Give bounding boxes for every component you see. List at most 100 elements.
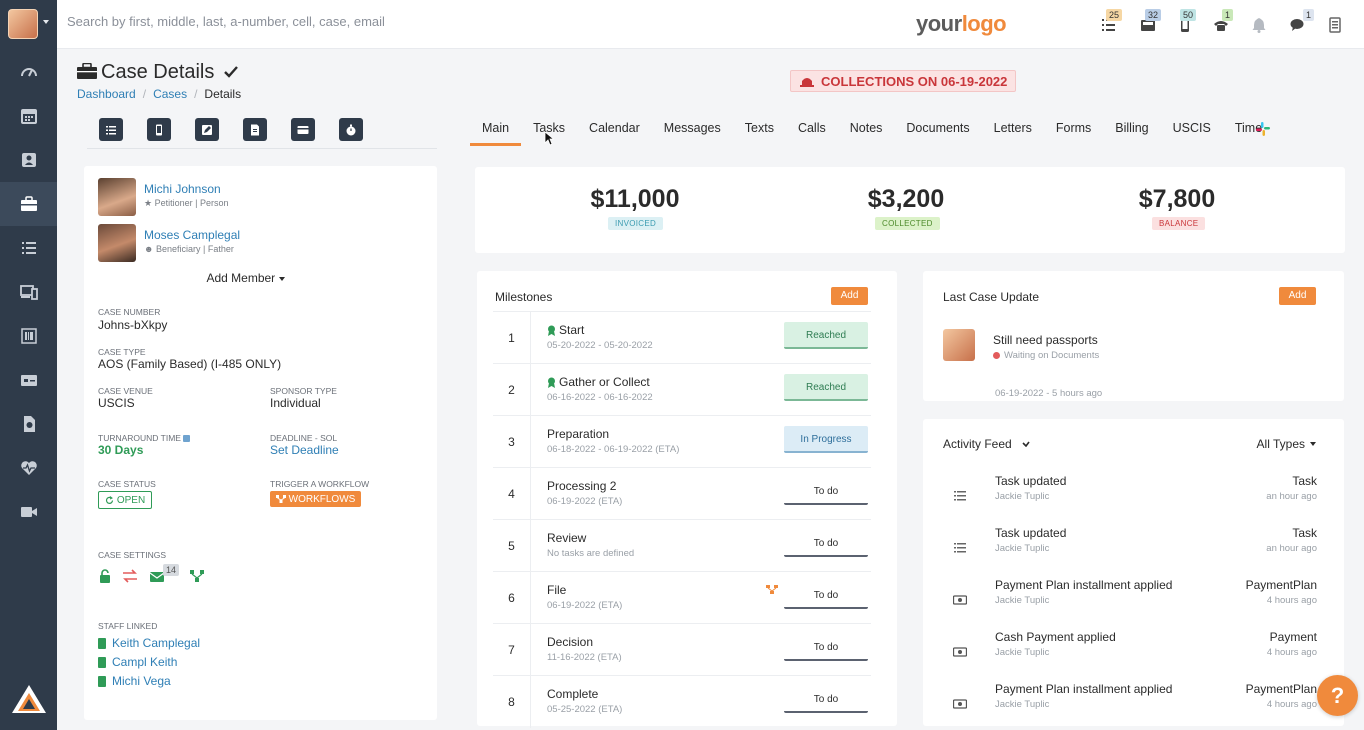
hierarchy-icon[interactable] xyxy=(189,569,205,583)
activity-feed-title[interactable]: Activity Feed xyxy=(943,437,1030,451)
milestone-name[interactable]: Preparation xyxy=(547,427,609,441)
chevron-down-icon[interactable] xyxy=(43,20,49,24)
tab-messages[interactable]: Messages xyxy=(652,118,733,146)
milestone-row[interactable]: 4 Processing 2 06-19-2022 (ETA) To do xyxy=(493,467,871,520)
activity-row[interactable]: Cash Payment applied Jackie Tuplic Payment… xyxy=(943,630,1321,682)
staff-tag-icon xyxy=(98,675,106,687)
tab-texts[interactable]: Texts xyxy=(733,118,786,146)
milestone-date: 06-19-2022 (ETA) xyxy=(547,600,623,611)
sidebar-item-calendar[interactable] xyxy=(0,94,57,138)
sidebar-item-devices[interactable] xyxy=(0,270,57,314)
tab-billing[interactable]: Billing xyxy=(1103,118,1160,146)
tab-uscis[interactable]: USCIS xyxy=(1161,118,1223,146)
sidebar-item-dashboard[interactable] xyxy=(0,50,57,94)
activity-type: PaymentPlan xyxy=(1245,682,1317,696)
staff-member[interactable]: Keith Camplegal xyxy=(98,636,200,650)
milestone-status-button[interactable]: To do xyxy=(784,634,868,661)
alerts-button[interactable] xyxy=(1248,14,1270,36)
milestone-row[interactable]: 3 Preparation 06-18-2022 - 06-19-2022 (ETA… xyxy=(493,415,871,468)
milestone-row[interactable]: 2 Gather or Collect 06-16-2022 - 06-16-202… xyxy=(493,363,871,416)
status-badge[interactable]: OPEN xyxy=(98,491,152,509)
menu-button[interactable] xyxy=(1324,14,1346,36)
activity-row[interactable]: Task updated Jackie Tuplic Task an hour ago xyxy=(943,474,1321,526)
info-icon[interactable] xyxy=(183,435,191,443)
milestone-status-button[interactable]: Reached xyxy=(784,322,868,349)
quick-document-button[interactable] xyxy=(243,118,267,141)
milestone-row[interactable]: 6 File 06-19-2022 (ETA) To do xyxy=(493,571,871,624)
sidebar-item-contacts[interactable] xyxy=(0,138,57,182)
sidebar xyxy=(0,0,57,730)
sidebar-item-barcode[interactable] xyxy=(0,314,57,358)
staff-member[interactable]: Campl Keith xyxy=(98,655,177,669)
slack-icon[interactable] xyxy=(1255,121,1271,137)
user-avatar[interactable] xyxy=(8,9,38,39)
activity-type: Task xyxy=(1292,526,1317,540)
brand-logo-icon[interactable] xyxy=(10,683,48,715)
milestone-name[interactable]: Processing 2 xyxy=(547,479,616,493)
milestone-row[interactable]: 1 Start 05-20-2022 - 05-20-2022 Reached xyxy=(493,311,871,364)
milestone-date: 06-18-2022 - 06-19-2022 (ETA) xyxy=(547,444,680,455)
quick-card-button[interactable] xyxy=(291,118,315,141)
member-name[interactable]: Moses Camplegal xyxy=(144,228,240,242)
sidebar-item-tasks[interactable] xyxy=(0,226,57,270)
breadcrumb-cases[interactable]: Cases xyxy=(153,87,187,101)
health-icon xyxy=(20,461,37,475)
milestone-row[interactable]: 8 Complete 05-25-2022 (ETA) To do xyxy=(493,675,871,728)
tab-documents[interactable]: Documents xyxy=(894,118,981,146)
quick-timer-button[interactable] xyxy=(339,118,363,141)
milestone-name[interactable]: Complete xyxy=(547,687,598,701)
milestone-status-button[interactable]: To do xyxy=(784,582,868,609)
tab-calls[interactable]: Calls xyxy=(786,118,838,146)
workflows-button[interactable]: WORKFLOWS xyxy=(270,491,361,507)
milestone-status-button[interactable]: To do xyxy=(784,530,868,557)
milestone-status-button[interactable]: To do xyxy=(784,686,868,713)
help-button[interactable]: ? xyxy=(1317,675,1358,716)
milestone-row[interactable]: 7 Decision 11-16-2022 (ETA) To do xyxy=(493,623,871,676)
sidebar-item-health[interactable] xyxy=(0,446,57,490)
search-input[interactable]: Search by first, middle, last, a-number,… xyxy=(67,14,385,29)
tab-calendar[interactable]: Calendar xyxy=(577,118,652,146)
activity-feed-panel: Activity Feed All Types Task updated Jack… xyxy=(923,419,1344,726)
sidebar-item-cases[interactable] xyxy=(0,182,57,226)
collections-alert[interactable]: COLLECTIONS ON 06-19-2022 xyxy=(790,70,1017,92)
milestone-status-button[interactable]: Reached xyxy=(784,374,868,401)
lock-icon[interactable] xyxy=(97,569,113,583)
milestone-date: 05-25-2022 (ETA) xyxy=(547,704,623,715)
tab-notes[interactable]: Notes xyxy=(838,118,895,146)
checkmark-dropdown-icon[interactable] xyxy=(224,66,238,78)
tab-letters[interactable]: Letters xyxy=(982,118,1044,146)
quick-mobile-button[interactable] xyxy=(147,118,171,141)
member-petitioner[interactable]: Michi Johnson ★ Petitioner | Person xyxy=(98,178,398,218)
milestone-name[interactable]: File xyxy=(547,583,566,597)
activity-row[interactable]: Task updated Jackie Tuplic Task an hour ago xyxy=(943,526,1321,578)
staff-member[interactable]: Michi Vega xyxy=(98,674,171,688)
milestone-status-button[interactable]: In Progress xyxy=(784,426,868,453)
invoiced-amount: $11,000 xyxy=(590,185,680,213)
milestone-row[interactable]: 5 Review No tasks are defined To do xyxy=(493,519,871,572)
sidebar-item-billing[interactable] xyxy=(0,358,57,402)
quick-checklist-button[interactable] xyxy=(99,118,123,141)
milestone-name[interactable]: Decision xyxy=(547,635,593,649)
milestone-name[interactable]: Gather or Collect xyxy=(547,375,650,389)
activity-type-filter[interactable]: All Types xyxy=(1257,437,1316,451)
activity-row[interactable]: Payment Plan installment applied Jackie T… xyxy=(943,578,1321,630)
milestone-name[interactable]: Review xyxy=(547,531,586,545)
quick-edit-button[interactable] xyxy=(195,118,219,141)
add-milestone-button[interactable]: Add xyxy=(831,287,868,305)
transfer-icon[interactable] xyxy=(122,569,138,583)
sidebar-item-video[interactable] xyxy=(0,490,57,534)
milestone-status-button[interactable]: To do xyxy=(784,478,868,505)
tab-main[interactable]: Main xyxy=(470,118,522,146)
breadcrumb-dashboard[interactable]: Dashboard xyxy=(77,87,136,101)
member-beneficiary[interactable]: Moses Camplegal ☻ Beneficiary | Father xyxy=(98,224,398,264)
activity-row[interactable]: Payment Plan installment applied Jackie T… xyxy=(943,682,1321,730)
sidebar-item-documents[interactable] xyxy=(0,402,57,446)
tab-forms[interactable]: Forms xyxy=(1044,118,1103,146)
add-member-button[interactable]: Add Member xyxy=(84,271,407,285)
add-update-button[interactable]: Add xyxy=(1279,287,1316,305)
set-deadline-link[interactable]: Set Deadline xyxy=(270,443,339,457)
workflow-icon[interactable] xyxy=(766,585,778,595)
milestone-name[interactable]: Start xyxy=(547,323,584,337)
member-name[interactable]: Michi Johnson xyxy=(144,182,221,196)
email-count-badge: 14 xyxy=(163,564,180,576)
